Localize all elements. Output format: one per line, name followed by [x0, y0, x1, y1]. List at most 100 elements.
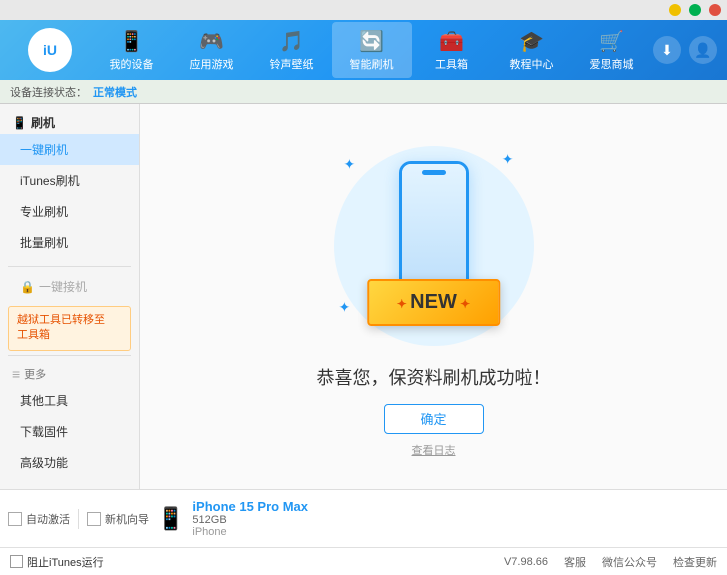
sidebar-category-flash: 📱 刷机: [0, 108, 139, 134]
version-label: V7.98.66: [504, 556, 548, 568]
sidebar-item-advanced-label: 高级功能: [20, 456, 68, 470]
sidebar: 📱 刷机 一键刷机 iTunes刷机 专业刷机 批量刷机 🔒 一键接机 越狱工具…: [0, 104, 140, 489]
device-type: iPhone: [192, 526, 308, 538]
nav-tab-smart-flash[interactable]: 🔄 智能刷机: [332, 22, 412, 78]
nav-tab-my-device-label: 我的设备: [110, 56, 154, 72]
smart-flash-icon: 🔄: [359, 29, 384, 54]
my-device-icon: 📱: [119, 29, 144, 54]
sidebar-item-disabled: 🔒 一键接机: [0, 271, 139, 302]
nav-tab-store-label: 爱思商城: [590, 56, 634, 72]
sidebar-item-batch-flash-label: 批量刷机: [20, 236, 68, 250]
confirm-button[interactable]: 确定: [384, 404, 484, 434]
check-update-link[interactable]: 检查更新: [673, 554, 717, 570]
nav-tab-my-device[interactable]: 📱 我的设备: [92, 22, 172, 78]
logo-circle: iU: [28, 28, 72, 72]
phone-screen: [402, 164, 466, 298]
phone-notch: [422, 170, 446, 175]
flash-category-icon: 📱: [12, 116, 27, 130]
sparkle-1: ✦: [344, 156, 356, 173]
sidebar-item-other-tools-label: 其他工具: [20, 394, 68, 408]
guide-label: 新机向导: [105, 511, 149, 527]
device-icon: 📱: [157, 506, 184, 532]
device-bar: 自动激活 新机向导 📱 iPhone 15 Pro Max 512GB iPho…: [0, 489, 727, 547]
device-status-bar: 设备连接状态： 正常模式: [0, 80, 727, 104]
guide-checkbox[interactable]: [87, 512, 101, 526]
minimize-button[interactable]: [669, 4, 681, 16]
sidebar-item-one-key-flash[interactable]: 一键刷机: [0, 134, 139, 165]
lock-icon: 🔒: [20, 280, 35, 294]
nav-tab-smart-flash-label: 智能刷机: [350, 56, 394, 72]
device-name: iPhone 15 Pro Max: [192, 499, 308, 514]
nav-tab-apps-games-label: 应用游戏: [190, 56, 234, 72]
sidebar-warning-box: 越狱工具已转移至工具箱: [8, 306, 131, 351]
divider: [78, 509, 79, 529]
sidebar-warning-text: 越狱工具已转移至工具箱: [17, 314, 105, 341]
nav-tab-store[interactable]: 🛒 爱思商城: [572, 22, 652, 78]
device-info-section: 📱 iPhone 15 Pro Max 512GB iPhone: [157, 499, 719, 538]
sparkle-2: ✦: [502, 151, 514, 168]
device-storage: 512GB: [192, 514, 308, 526]
success-illustration: ✦ ✦ ✦ ✦ NEW ✦: [324, 136, 544, 356]
sidebar-item-batch-flash[interactable]: 批量刷机: [0, 227, 139, 258]
close-button[interactable]: [709, 4, 721, 16]
device-status-value: 正常模式: [93, 84, 137, 100]
itunes-label: 阻止iTunes运行: [27, 554, 104, 570]
nav-tabs: 📱 我的设备 🎮 应用游戏 🎵 铃声壁纸 🔄 智能刷机 🧰 工具箱 🎓 教程中心…: [90, 22, 653, 78]
header: iU 📱 我的设备 🎮 应用游戏 🎵 铃声壁纸 🔄 智能刷机 🧰 工具箱 🎓 教…: [0, 20, 727, 80]
auto-connect-label: 自动激活: [26, 511, 70, 527]
sidebar-divider-2: [8, 355, 131, 356]
itunes-control: 阻止iTunes运行: [10, 554, 504, 570]
sparkle-3: ✦: [339, 299, 351, 316]
sidebar-item-download-firmware-label: 下载固件: [20, 425, 68, 439]
new-badge: ✦ NEW ✦: [367, 279, 500, 326]
profile-button[interactable]: 👤: [689, 36, 717, 64]
nav-tab-toolbox-label: 工具箱: [435, 56, 468, 72]
status-bar: 阻止iTunes运行 V7.98.66 客服 微信公众号 检查更新: [0, 547, 727, 575]
success-message: 恭喜您，保资料刷机成功啦！: [317, 364, 551, 390]
content-area: ✦ ✦ ✦ ✦ NEW ✦ 恭喜您，保资料刷机成功啦！ 确定 查看日志: [140, 104, 727, 489]
sidebar-item-pro-flash[interactable]: 专业刷机: [0, 196, 139, 227]
nav-tab-ringtone[interactable]: 🎵 铃声壁纸: [252, 22, 332, 78]
maximize-button[interactable]: [689, 4, 701, 16]
nav-tab-ringtone-label: 铃声壁纸: [270, 56, 314, 72]
download-button[interactable]: ⬇: [653, 36, 681, 64]
sidebar-item-itunes-flash[interactable]: iTunes刷机: [0, 165, 139, 196]
wechat-link[interactable]: 微信公众号: [602, 554, 657, 570]
sidebar-item-one-key-flash-label: 一键刷机: [20, 143, 68, 157]
status-bar-right: V7.98.66 客服 微信公众号 检查更新: [504, 554, 717, 570]
sidebar-divider-1: [8, 266, 131, 267]
sidebar-section-flash: 📱 刷机 一键刷机 iTunes刷机 专业刷机 批量刷机: [0, 104, 139, 262]
main-area: 📱 刷机 一键刷机 iTunes刷机 专业刷机 批量刷机 🔒 一键接机 越狱工具…: [0, 104, 727, 489]
new-badge-text: NEW: [410, 291, 457, 313]
logo-text: iU: [43, 42, 57, 58]
title-bar: [0, 0, 727, 20]
toolbox-icon: 🧰: [439, 29, 464, 54]
sidebar-item-disabled-label: 一键接机: [39, 278, 87, 295]
sidebar-more-label: ≡ 更多: [0, 360, 139, 385]
apps-games-icon: 🎮: [199, 29, 224, 54]
logo: iU: [10, 25, 90, 75]
nav-tab-tutorial[interactable]: 🎓 教程中心: [492, 22, 572, 78]
tutorial-icon: 🎓: [519, 29, 544, 54]
sidebar-more-text: 更多: [24, 366, 46, 382]
view-log-link[interactable]: 查看日志: [412, 442, 456, 458]
star-right: ✦: [457, 297, 470, 311]
sidebar-category-flash-label: 刷机: [31, 114, 55, 131]
nav-tab-toolbox[interactable]: 🧰 工具箱: [412, 22, 492, 78]
more-icon: ≡: [12, 366, 20, 382]
sidebar-item-download-firmware[interactable]: 下载固件: [0, 416, 139, 447]
nav-tab-apps-games[interactable]: 🎮 应用游戏: [172, 22, 252, 78]
ringtone-icon: 🎵: [279, 29, 304, 54]
device-checkbox[interactable]: [8, 512, 22, 526]
customer-service-link[interactable]: 客服: [564, 554, 586, 570]
itunes-checkbox[interactable]: [10, 555, 23, 568]
sidebar-item-advanced[interactable]: 高级功能: [0, 447, 139, 478]
store-icon: 🛒: [599, 29, 624, 54]
star-left: ✦: [397, 297, 410, 311]
sidebar-item-other-tools[interactable]: 其他工具: [0, 385, 139, 416]
device-status-label: 设备连接状态：: [10, 84, 87, 100]
header-right: ⬇ 👤: [653, 36, 717, 64]
sidebar-item-itunes-flash-label: iTunes刷机: [20, 174, 80, 188]
nav-tab-tutorial-label: 教程中心: [510, 56, 554, 72]
sidebar-item-pro-flash-label: 专业刷机: [20, 205, 68, 219]
